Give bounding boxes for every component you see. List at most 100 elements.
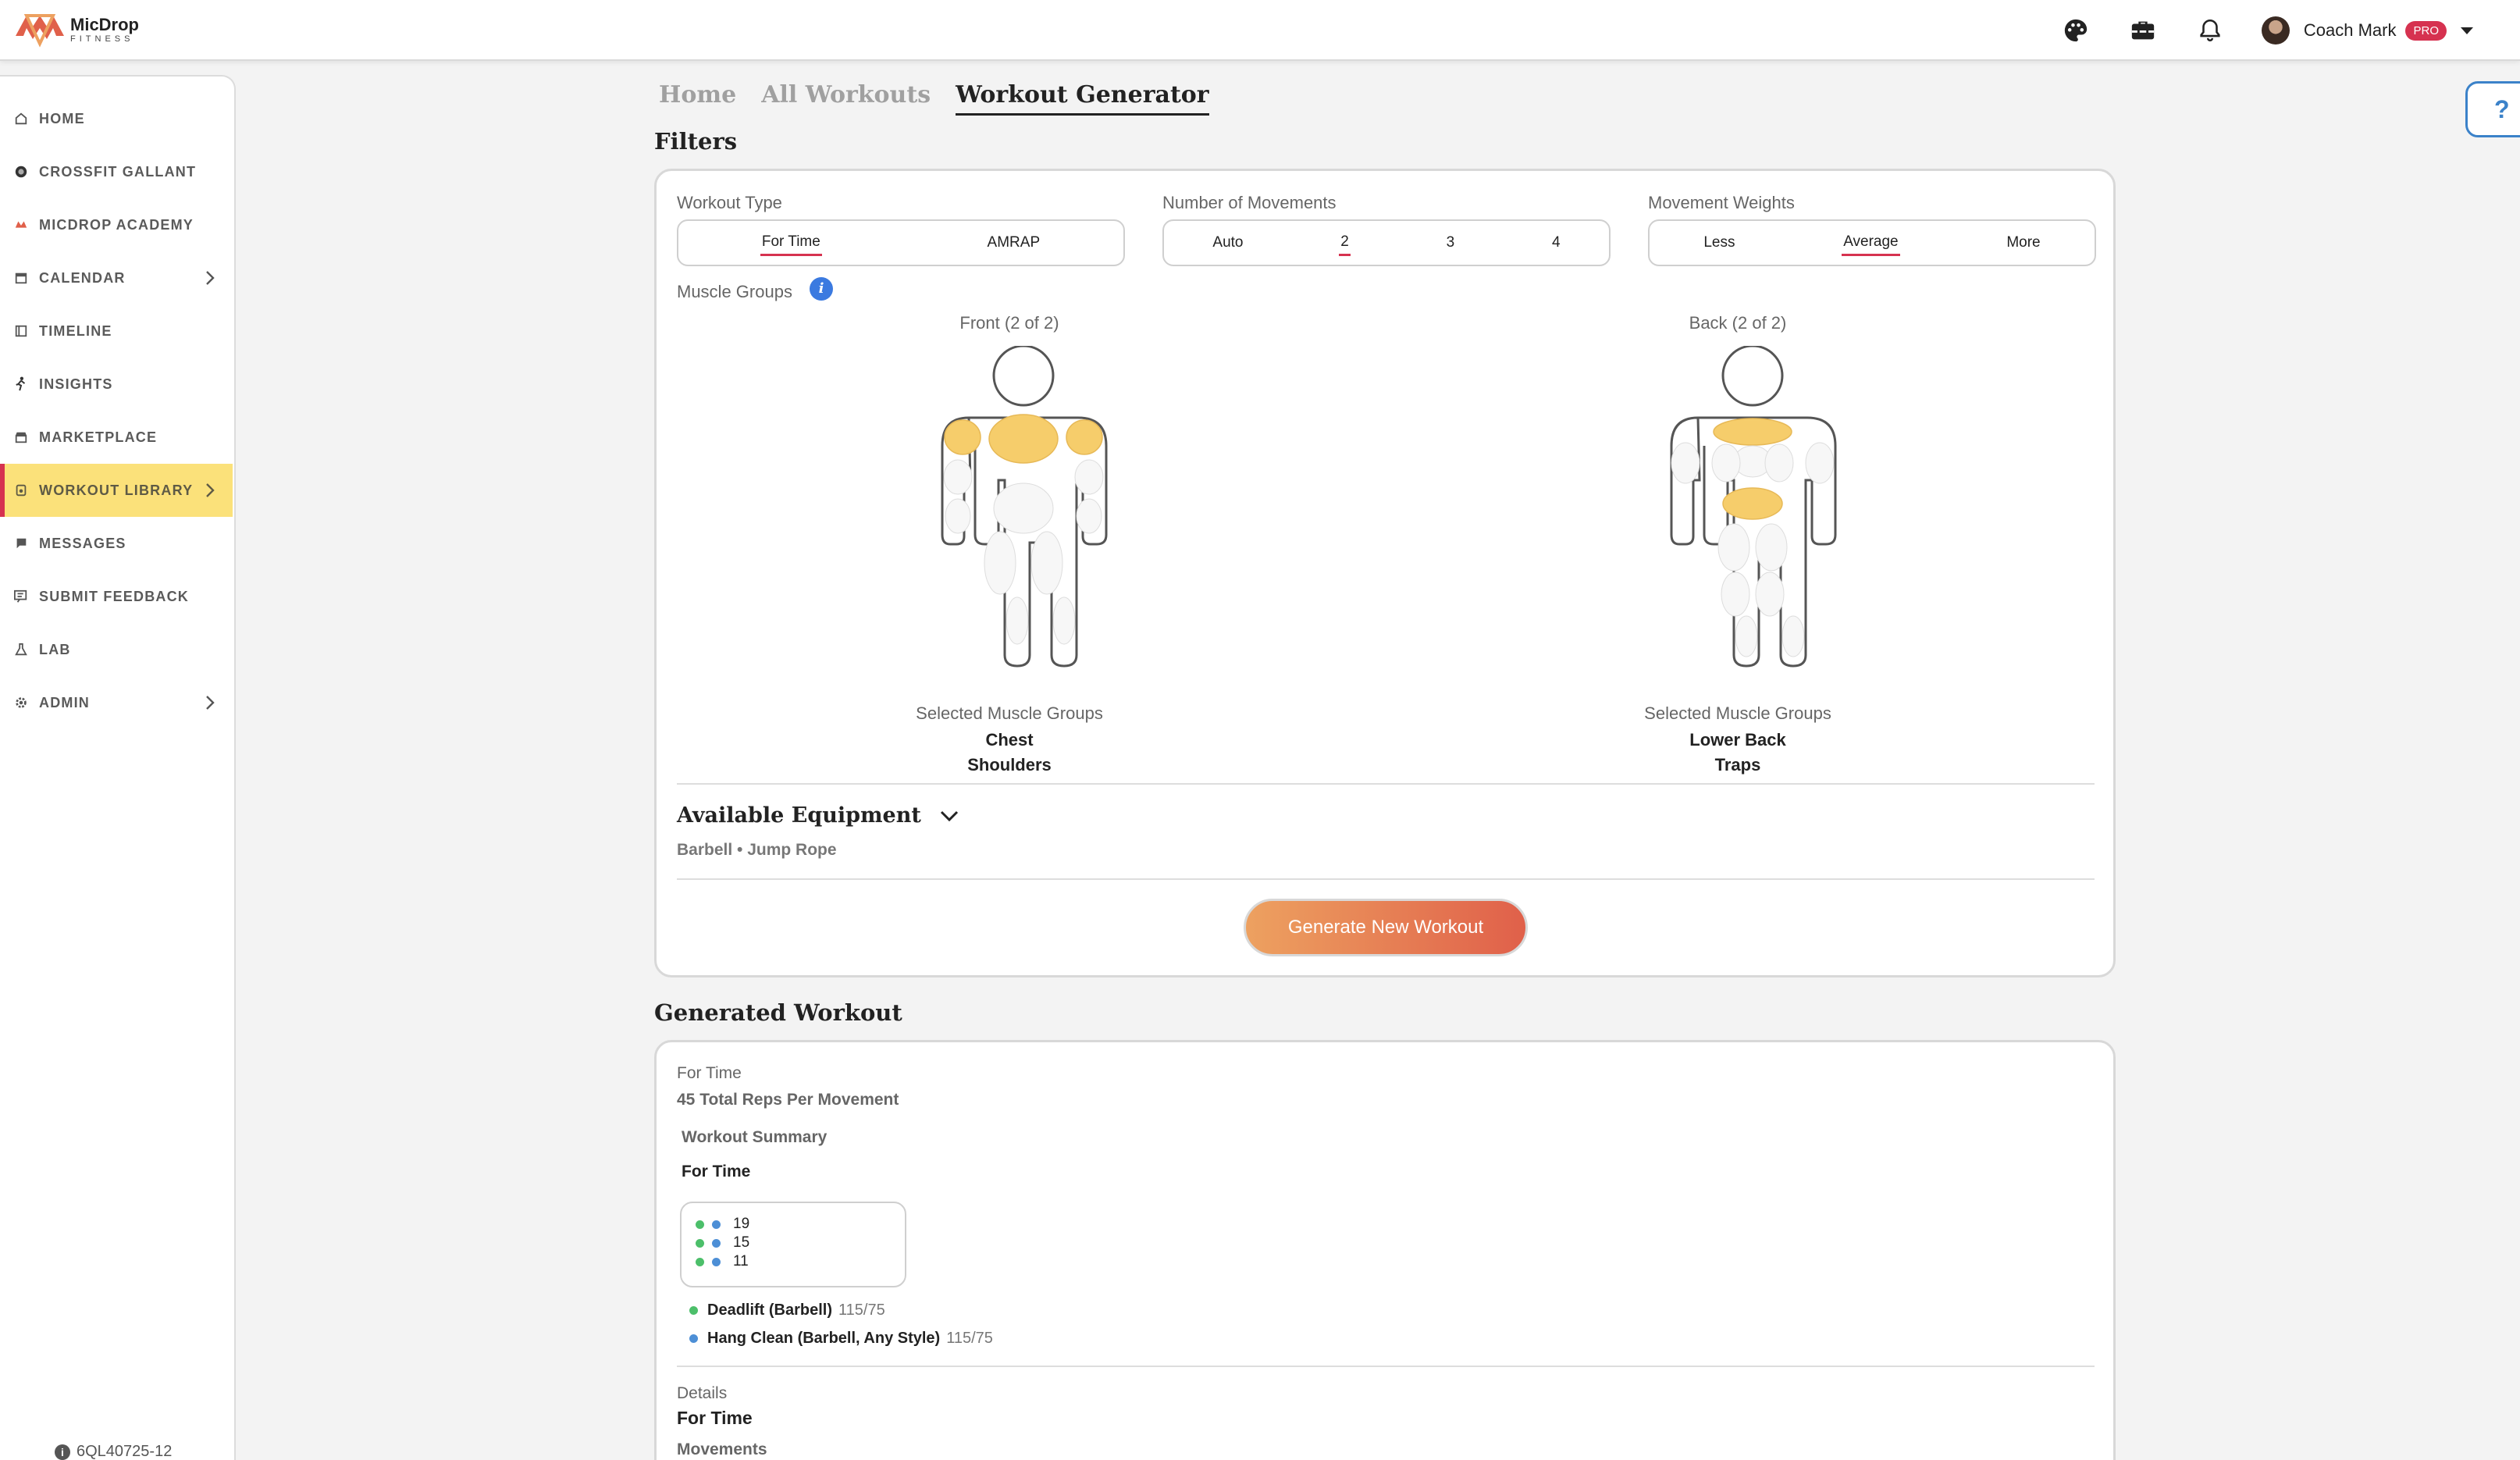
details-label: Details — [677, 1384, 728, 1402]
gym-logo-icon — [12, 163, 30, 180]
front-body-diagram[interactable] — [939, 346, 1111, 668]
sidebar-item-label: MICDROP ACADEMY — [39, 216, 194, 233]
green-dot — [696, 1220, 704, 1229]
chevron-right-icon[interactable] — [205, 694, 215, 711]
sidebar-item-label: WORKOUT LIBRARY — [39, 482, 194, 498]
avatar[interactable] — [2261, 16, 2290, 45]
tab-workout-generator[interactable]: Workout Generator — [956, 81, 1209, 116]
info-icon[interactable]: i — [810, 277, 833, 301]
academy-logo-icon — [12, 216, 30, 233]
rep-row: 11 — [696, 1253, 749, 1270]
sidebar-item-label: SUBMIT FEEDBACK — [39, 588, 189, 604]
brand-sub: FITNESS — [70, 34, 134, 44]
green-dot — [689, 1306, 698, 1315]
movement-weights-selector: Less Average More — [1648, 219, 2096, 266]
sidebar-item-label: LAB — [39, 641, 71, 657]
tab-home[interactable]: Home — [659, 81, 736, 116]
toolbox-icon[interactable] — [2127, 15, 2159, 46]
blue-dot — [689, 1334, 698, 1343]
chevron-down-icon[interactable] — [939, 810, 959, 822]
micdrop-logo-icon — [16, 14, 64, 48]
option-amrap[interactable]: AMRAP — [986, 231, 1042, 255]
filters-card: Workout Type For Time AMRAP Number of Mo… — [654, 169, 2116, 977]
divider — [677, 878, 2095, 880]
sidebar-item-workout-library[interactable]: WORKOUT LIBRARY — [0, 464, 233, 517]
tab-bar: Home All Workouts Workout Generator — [659, 81, 1209, 116]
option-2[interactable]: 2 — [1339, 230, 1351, 256]
movement-name: Deadlift (Barbell) — [707, 1302, 833, 1319]
timeline-icon — [12, 322, 30, 340]
sidebar-item-crossfit-gallant[interactable]: CROSSFIT GALLANT — [0, 145, 233, 198]
bell-icon[interactable] — [2194, 15, 2226, 46]
user-menu[interactable]: Coach Mark PRO — [2261, 16, 2473, 45]
sidebar-item-marketplace[interactable]: MARKETPLACE — [0, 411, 233, 464]
option-average[interactable]: Average — [1842, 230, 1900, 256]
chevron-right-icon[interactable] — [205, 482, 215, 499]
sidebar-item-admin[interactable]: ADMIN — [0, 676, 233, 729]
sidebar-item-label: MARKETPLACE — [39, 429, 158, 445]
sidebar-item-calendar[interactable]: CALENDAR — [0, 251, 233, 304]
back-selected-traps: Traps — [1714, 755, 1761, 775]
green-dot — [696, 1238, 704, 1248]
workout-type-label: Workout Type — [677, 193, 782, 212]
filters-title: Filters — [654, 128, 738, 155]
help-button[interactable]: ? — [2465, 81, 2520, 137]
sidebar-item-label: ADMIN — [39, 694, 90, 710]
movement-row: Hang Clean (Barbell, Any Style) 115/75 — [689, 1330, 993, 1348]
muscle-groups-label: Muscle Groups — [677, 282, 792, 301]
movement-name: Hang Clean (Barbell, Any Style) — [707, 1330, 941, 1347]
home-icon — [12, 110, 30, 127]
rep-scheme-box: 19 15 11 — [680, 1202, 906, 1287]
sidebar-item-home[interactable]: HOME — [0, 92, 233, 145]
pro-badge: PRO — [2405, 20, 2447, 41]
chat-icon — [12, 535, 30, 552]
front-caption: Front (2 of 2) — [959, 313, 1059, 333]
sidebar-item-label: CALENDAR — [39, 269, 126, 286]
generate-workout-button[interactable]: Generate New Workout — [1244, 899, 1528, 956]
info-icon: i — [55, 1444, 70, 1460]
equipment-toggle[interactable]: Available Equipment — [677, 803, 959, 828]
option-auto[interactable]: Auto — [1211, 231, 1244, 255]
store-icon — [12, 429, 30, 446]
generated-workout-title: Generated Workout — [654, 999, 902, 1026]
insights-icon — [12, 376, 30, 393]
option-3[interactable]: 3 — [1445, 231, 1457, 255]
equipment-list: Barbell • Jump Rope — [677, 841, 837, 859]
back-body-diagram[interactable] — [1667, 346, 1838, 668]
sidebar-item-micdrop-academy[interactable]: MICDROP ACADEMY — [0, 198, 233, 251]
num-movements-selector: Auto 2 3 4 — [1162, 219, 1611, 266]
equipment-title: Available Equipment — [677, 803, 921, 828]
palette-icon[interactable] — [2060, 15, 2091, 46]
brand-logo[interactable]: MicDrop FITNESS — [12, 8, 139, 52]
chevron-down-icon[interactable] — [2461, 27, 2473, 34]
workout-type: For Time — [677, 1064, 742, 1082]
sidebar-item-insights[interactable]: INSIGHTS — [0, 358, 233, 411]
top-bar: MicDrop FITNESS Coach Mark PRO — [0, 0, 2520, 61]
option-less[interactable]: Less — [1702, 231, 1736, 255]
generated-workout-card: For Time 45 Total Reps Per Movement Work… — [654, 1040, 2116, 1460]
sidebar-item-messages[interactable]: MESSAGES — [0, 517, 233, 570]
gear-icon — [12, 694, 30, 711]
front-selected-title: Selected Muscle Groups — [916, 703, 1103, 723]
back-selected-lower-back: Lower Back — [1689, 730, 1786, 750]
tab-all-workouts[interactable]: All Workouts — [761, 81, 931, 116]
blue-dot — [712, 1257, 721, 1266]
sidebar-item-submit-feedback[interactable]: SUBMIT FEEDBACK — [0, 570, 233, 623]
chevron-right-icon[interactable] — [205, 269, 215, 287]
sidebar-item-lab[interactable]: LAB — [0, 623, 233, 676]
option-more[interactable]: More — [2005, 231, 2041, 255]
front-selected-shoulders: Shoulders — [967, 755, 1052, 775]
movement-weights-label: Movement Weights — [1648, 193, 1795, 212]
version-text: 6QL40725-12 — [77, 1443, 173, 1460]
sidebar-item-label: HOME — [39, 110, 85, 126]
sidebar-item-label: MESSAGES — [39, 535, 126, 551]
feedback-icon — [12, 588, 30, 605]
calendar-icon — [12, 269, 30, 287]
sidebar: HOME CROSSFIT GALLANT MICDROP ACADEMY CA… — [0, 75, 236, 1460]
back-caption: Back (2 of 2) — [1689, 313, 1787, 333]
option-for-time[interactable]: For Time — [760, 230, 822, 256]
movements-label: Movements — [677, 1440, 767, 1458]
sidebar-item-timeline[interactable]: TIMELINE — [0, 304, 233, 358]
option-4[interactable]: 4 — [1550, 231, 1562, 255]
header-actions: Coach Mark PRO — [2060, 11, 2473, 50]
